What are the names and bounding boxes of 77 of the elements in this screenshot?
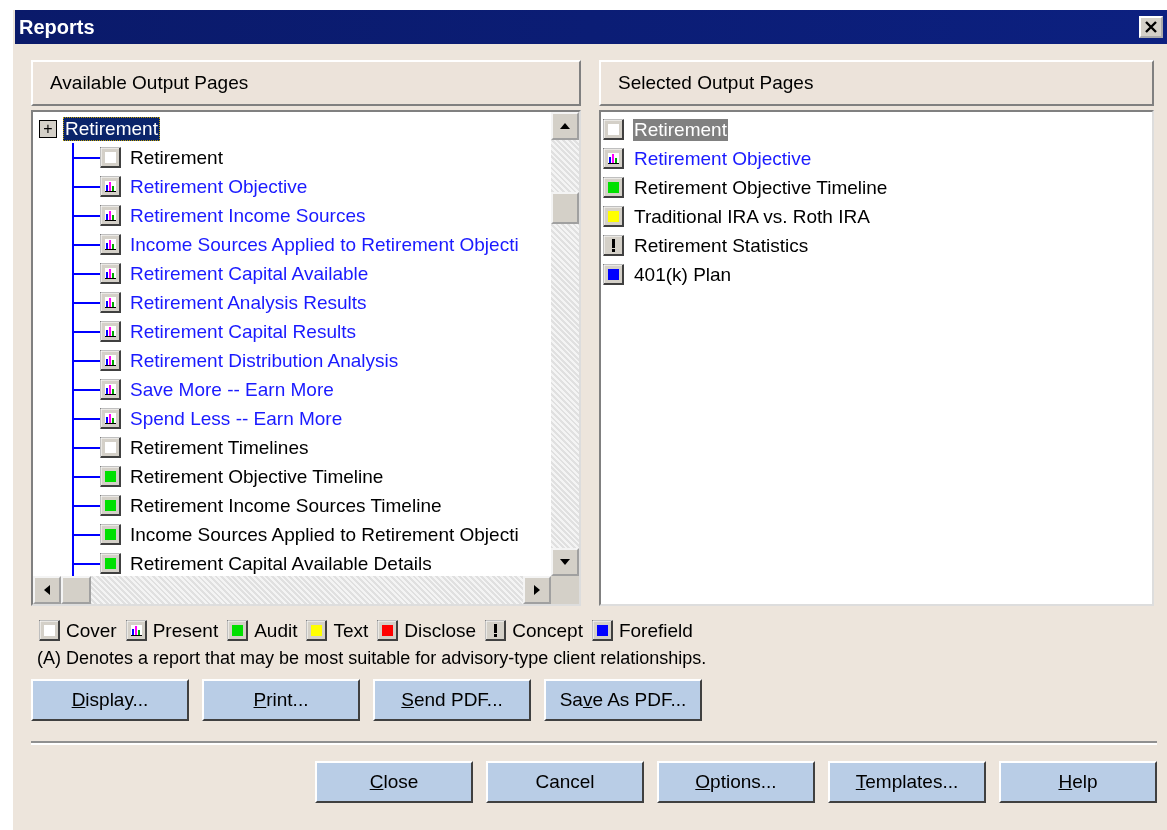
tree-item[interactable]: Retirement Analysis Results <box>129 291 368 314</box>
tree-item[interactable]: Retirement Income Sources Timeline <box>129 494 443 517</box>
chart-page-icon <box>603 147 625 170</box>
action-button[interactable]: Send PDF... <box>373 679 531 721</box>
close-button[interactable] <box>1139 16 1163 38</box>
tree-item[interactable]: Retirement Capital Results <box>129 320 357 343</box>
color-page-icon <box>603 176 625 199</box>
list-item[interactable]: Retirement Objective Timeline <box>633 176 889 199</box>
legend-label: Concept <box>512 620 583 642</box>
scroll-left-button[interactable] <box>33 576 61 604</box>
color-page-icon <box>377 620 400 642</box>
window-title: Reports <box>19 15 95 39</box>
dialog-button[interactable]: Close <box>315 761 473 803</box>
dialog-button[interactable]: Help <box>999 761 1157 803</box>
note-text: (A) Denotes a report that may be most suitable for advisory-type client relationships. <box>37 648 708 669</box>
color-page-icon <box>603 205 625 228</box>
list-item[interactable]: Traditional IRA vs. Roth IRA <box>633 205 871 228</box>
tree-item[interactable]: Spend Less -- Earn More <box>129 407 344 430</box>
tree-item[interactable]: Retirement <box>129 146 224 169</box>
legend-label: Cover <box>66 620 117 642</box>
legend-label: Disclose <box>404 620 477 642</box>
action-button[interactable]: Save As PDF... <box>544 679 702 721</box>
scroll-up-button[interactable] <box>551 112 579 140</box>
dialog-button[interactable]: Templates... <box>828 761 986 803</box>
expand-toggle[interactable]: + <box>39 120 57 138</box>
chart-page-icon <box>125 620 148 642</box>
dialog-button[interactable]: Cancel <box>486 761 644 803</box>
list-item[interactable]: Retirement Statistics <box>633 234 810 257</box>
color-page-icon <box>100 465 122 488</box>
color-page-icon <box>591 620 614 642</box>
blank-page-icon <box>603 118 625 141</box>
legend-label: Forefield <box>618 620 693 642</box>
legend-label: Audit <box>254 620 298 642</box>
down-arrow-icon <box>559 558 571 566</box>
list-item[interactable]: 401(k) Plan <box>633 263 733 286</box>
tree-item[interactable]: Retirement <box>63 117 160 141</box>
tree-item[interactable]: Retirement Capital Available Details <box>129 552 433 575</box>
action-button[interactable]: Print... <box>202 679 360 721</box>
list-item[interactable]: Retirement <box>633 118 728 141</box>
tree-item[interactable]: Retirement Timelines <box>129 436 310 459</box>
close-icon <box>1144 20 1158 34</box>
exclamation-page-icon <box>603 234 625 257</box>
color-page-icon <box>100 552 122 575</box>
scroll-right-button[interactable] <box>523 576 551 604</box>
right-arrow-icon <box>533 584 541 596</box>
color-page-icon <box>100 523 122 546</box>
vertical-scrollbar[interactable] <box>551 112 579 576</box>
scrollbar-corner <box>551 576 579 604</box>
left-arrow-icon <box>43 584 51 596</box>
tree-item[interactable]: Retirement Objective Timeline <box>129 465 385 488</box>
action-button[interactable]: Display... <box>31 679 189 721</box>
legend-label: Present <box>152 620 219 642</box>
color-page-icon <box>603 263 625 286</box>
tree-item[interactable]: Income Sources Applied to Retirement Objecti <box>129 523 520 546</box>
tree-item[interactable]: Retirement Income Sources <box>129 204 367 227</box>
color-page-icon <box>306 620 329 642</box>
scroll-down-button[interactable] <box>551 548 579 576</box>
panel-header: Available Output Pages <box>31 60 581 106</box>
list-item[interactable]: Retirement Objective <box>633 147 813 170</box>
scroll-thumb[interactable] <box>551 192 579 224</box>
blank-page-icon <box>39 620 61 642</box>
dialog-button[interactable]: Options... <box>657 761 815 803</box>
up-arrow-icon <box>559 122 571 130</box>
exclamation-page-icon <box>485 620 508 642</box>
horizontal-scrollbar[interactable] <box>33 576 579 604</box>
scroll-thumb[interactable] <box>61 576 91 604</box>
tree-item[interactable]: Retirement Distribution Analysis <box>129 349 400 372</box>
color-page-icon <box>227 620 250 642</box>
blank-page-icon <box>100 436 122 459</box>
blank-page-icon <box>100 146 122 169</box>
tree-item[interactable]: Retirement Capital Available <box>129 262 370 285</box>
tree-item[interactable]: Income Sources Applied to Retirement Objecti <box>129 233 520 256</box>
tree-item[interactable]: Retirement Objective <box>129 175 309 198</box>
panel-header: Selected Output Pages <box>599 60 1154 106</box>
color-page-icon <box>100 494 122 517</box>
tree-item[interactable]: Save More -- Earn More <box>129 378 335 401</box>
legend-label: Text <box>333 620 369 642</box>
